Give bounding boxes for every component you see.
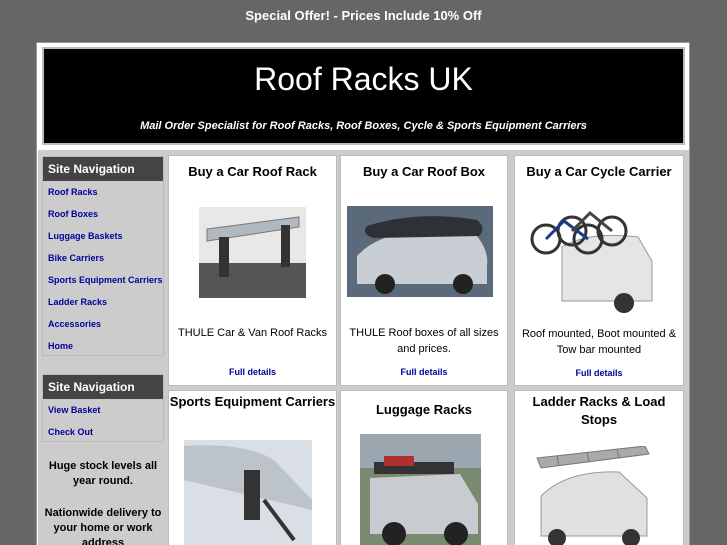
nav-link-roof-racks[interactable]: Roof Racks [43,181,163,203]
roof-box-image[interactable] [347,206,493,297]
product-card-cycle-carrier: Buy a Car Cycle Carrier Roof mounted, Bo… [514,155,684,386]
site-navigation: Site Navigation Roof Racks Roof Boxes Lu… [42,156,164,356]
card-title[interactable]: Ladder Racks & Load Stops [515,393,683,429]
product-card-ladder-racks: Ladder Racks & Load Stops [514,390,684,545]
stock-info: Huge stock levels all year round. [48,460,158,487]
card-title[interactable]: Buy a Car Roof Rack [169,163,336,181]
basket-navigation: Site Navigation View Basket Check Out [42,374,164,442]
nav-link-ladder-racks[interactable]: Ladder Racks [43,291,163,313]
sports-carrier-image[interactable] [184,440,312,545]
card-title[interactable]: Buy a Car Cycle Carrier [515,163,683,181]
product-card-roof-box: Buy a Car Roof Box THULE Roof boxes of a… [340,155,508,386]
full-details-link[interactable]: Full details [515,368,683,378]
nav-heading: Site Navigation [43,375,163,399]
site-header: Roof Racks UK Mail Order Specialist for … [42,47,685,145]
card-title[interactable]: Luggage Racks [341,401,507,419]
luggage-rack-image[interactable] [360,434,481,545]
card-description: Roof mounted, Boot mounted & Tow bar mou… [521,328,677,356]
ladder-rack-image[interactable] [527,446,653,545]
nav-link-accessories[interactable]: Accessories [43,313,163,335]
card-title[interactable]: Buy a Car Roof Box [341,163,507,181]
product-card-sports-equipment: Sports Equipment Carriers [168,390,337,545]
special-offer-banner: Special Offer! - Prices Include 10% Off [245,8,482,23]
full-details-link[interactable]: Full details [169,367,336,377]
nav-heading: Site Navigation [43,157,163,181]
product-card-roof-rack: Buy a Car Roof Rack THULE Car & Van Roof… [168,155,337,386]
nav-link-home[interactable]: Home [43,335,163,357]
site-tagline: Mail Order Specialist for Roof Racks, Ro… [140,120,587,132]
product-card-luggage-racks: Luggage Racks [340,390,508,545]
nav-link-view-basket[interactable]: View Basket [43,399,163,421]
card-description: THULE Roof boxes of all sizes and prices… [349,327,499,355]
nav-link-roof-boxes[interactable]: Roof Boxes [43,203,163,225]
site-title[interactable]: Roof Racks UK [44,61,683,98]
nav-link-check-out[interactable]: Check Out [43,421,163,443]
nav-link-sports-equipment-carriers[interactable]: Sports Equipment Carriers [43,269,163,291]
roof-rack-image[interactable] [199,207,306,298]
nav-link-bike-carriers[interactable]: Bike Carriers [43,247,163,269]
delivery-info: Nationwide delivery to your home or work… [44,507,162,545]
card-description: THULE Car & Van Roof Racks [178,327,327,339]
full-details-link[interactable]: Full details [341,367,507,377]
nav-link-luggage-baskets[interactable]: Luggage Baskets [43,225,163,247]
card-title[interactable]: Sports Equipment Carriers [169,393,336,411]
cycle-carrier-image[interactable] [528,191,656,315]
